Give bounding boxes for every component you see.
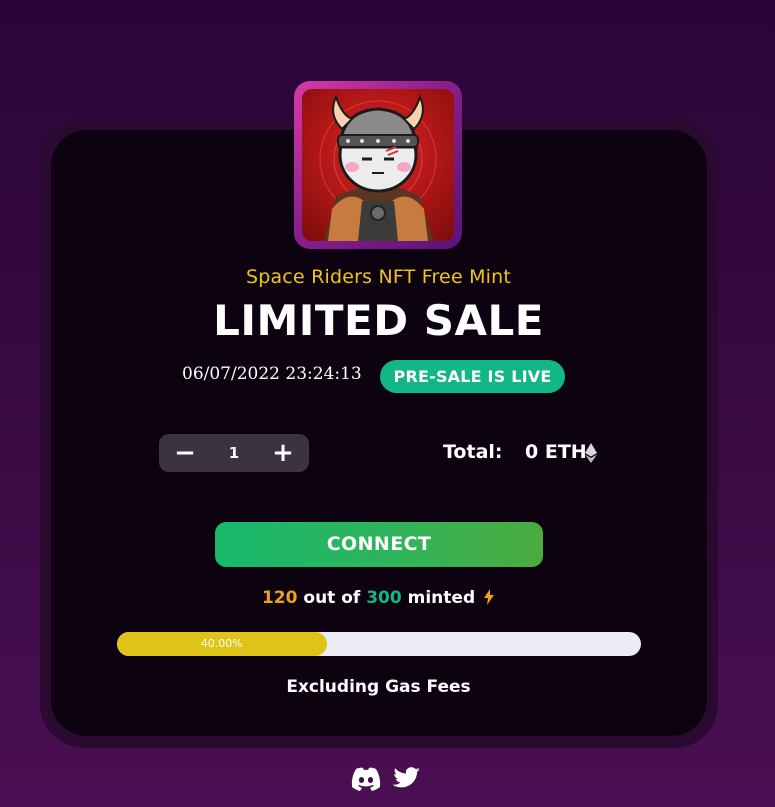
mint-progress-bar: 40.00% [117,632,641,656]
ethereum-icon [585,443,597,463]
decrement-button[interactable]: − [163,434,207,472]
presale-status-badge: PRE-SALE IS LIVE [380,360,565,393]
collection-subtitle: Space Riders NFT Free Mint [245,266,512,288]
total-label: Total: [443,441,503,463]
total-value: 0 ETH [525,441,587,463]
minted-count: 120 [261,588,298,608]
progress-percent-label: 40.00% [200,637,243,650]
lightning-icon [484,589,495,605]
nft-avatar-image [294,81,462,249]
viking-character-illustration [319,94,437,241]
social-links [350,766,420,794]
quantity-stepper: − 1 + [159,434,309,472]
increment-button[interactable]: + [261,434,305,472]
sale-datetime: 06/07/2022 23:24:13 [182,364,362,384]
quantity-value: 1 [228,444,240,462]
page-title: LIMITED SALE [213,296,544,345]
gas-fees-note: Excluding Gas Fees [286,677,471,697]
discord-icon[interactable] [350,766,382,792]
minted-text: minted [407,588,476,608]
connect-wallet-button[interactable]: CONNECT [215,522,543,567]
max-supply: 300 [366,588,402,608]
minted-status: 120 out of 300 minted [0,588,757,608]
twitter-icon[interactable] [390,766,422,792]
minted-out-of-text: out of [303,588,361,608]
